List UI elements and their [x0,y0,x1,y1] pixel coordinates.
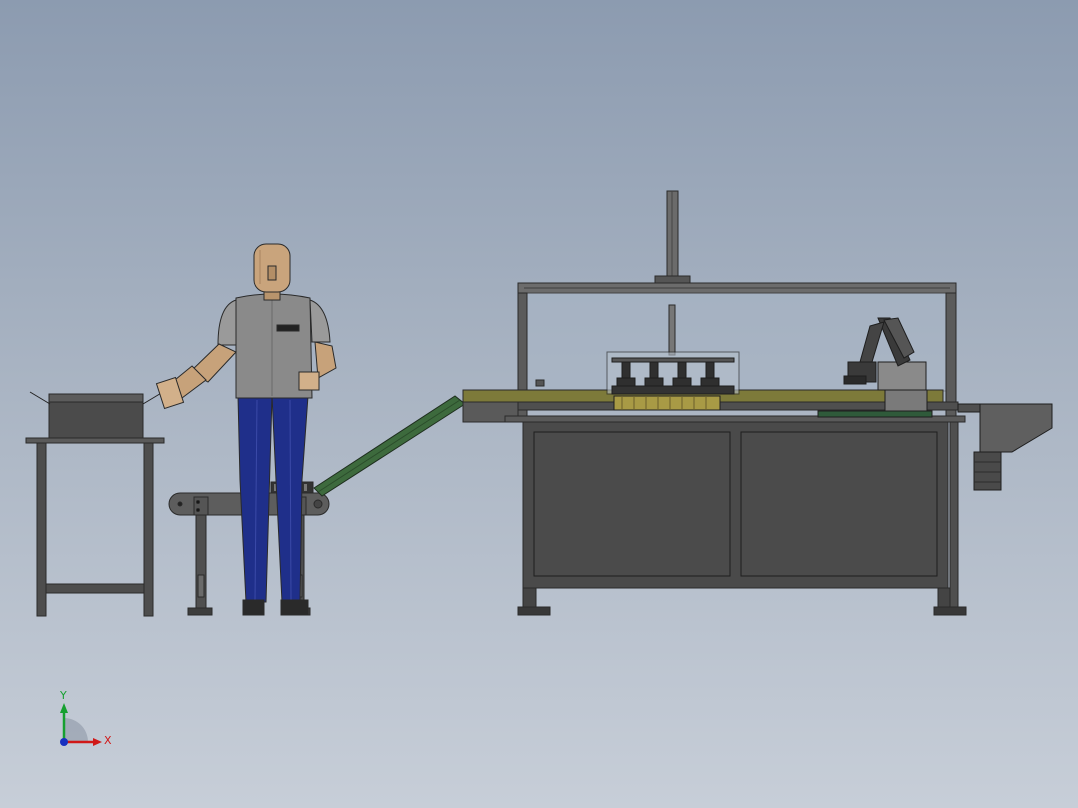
discharge-chute[interactable] [957,403,1053,453]
drive-motor[interactable] [973,451,1002,491]
reference-triad [60,703,102,746]
model-scene[interactable] [0,0,1078,808]
capping-head[interactable] [606,351,740,411]
triad-x-label: X [104,734,112,747]
side-table[interactable] [25,391,165,617]
triad-y-label: Y [60,689,67,702]
operator-figure[interactable] [155,243,337,616]
inclined-conveyor[interactable] [313,395,466,497]
graphics-viewport[interactable]: Y X [0,0,1078,808]
